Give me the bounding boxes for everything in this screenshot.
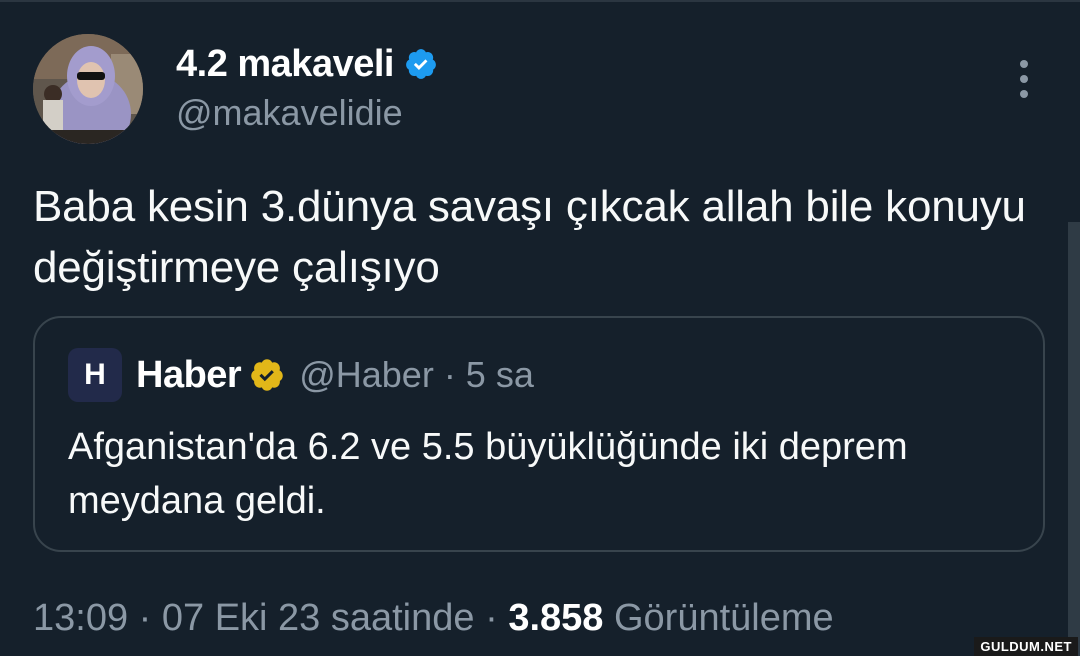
haber-logo: H xyxy=(68,348,122,402)
views-count: 3.858 xyxy=(508,597,604,639)
quoted-tweet-header: H Haber @Haber · 5 sa xyxy=(68,348,534,402)
quoted-handle-time: @Haber · 5 sa xyxy=(299,354,534,395)
scrollbar[interactable] xyxy=(1068,222,1080,656)
quoted-tweet-text: Afganistan'da 6.2 ve 5.5 büyüklüğünde ik… xyxy=(68,426,908,522)
tweet-text: Baba kesin 3.dünya savaşı çıkcak allah b… xyxy=(33,182,1026,292)
meta-separator: · xyxy=(474,597,509,639)
verified-badge-gold-icon xyxy=(251,359,283,391)
views-label: Görüntüleme xyxy=(613,597,834,639)
tweet-meta-footer: 13:09 · 07 Eki 23 saatinde · 3.858 Görün… xyxy=(33,594,834,642)
top-divider xyxy=(0,0,1080,2)
haber-logo-letter: H xyxy=(84,358,106,391)
author-handle[interactable]: @makavelidie xyxy=(176,92,403,134)
tweet-timestamp[interactable]: 13:09 · 07 Eki 23 saatinde xyxy=(33,597,475,639)
author-name-row[interactable]: 4.2 makaveli xyxy=(176,42,438,86)
quoted-tweet-card[interactable]: H Haber @Haber · 5 sa Afganistan'da 6.2 … xyxy=(33,316,1045,552)
verified-badge-blue-icon xyxy=(406,49,436,79)
author-display-name[interactable]: 4.2 makaveli xyxy=(176,42,394,86)
watermark: GULDUM.NET xyxy=(974,637,1078,656)
quoted-author-name: Haber xyxy=(136,353,242,396)
author-avatar[interactable] xyxy=(33,34,143,144)
avatar-image xyxy=(33,34,143,144)
more-options-icon[interactable] xyxy=(1014,60,1034,100)
